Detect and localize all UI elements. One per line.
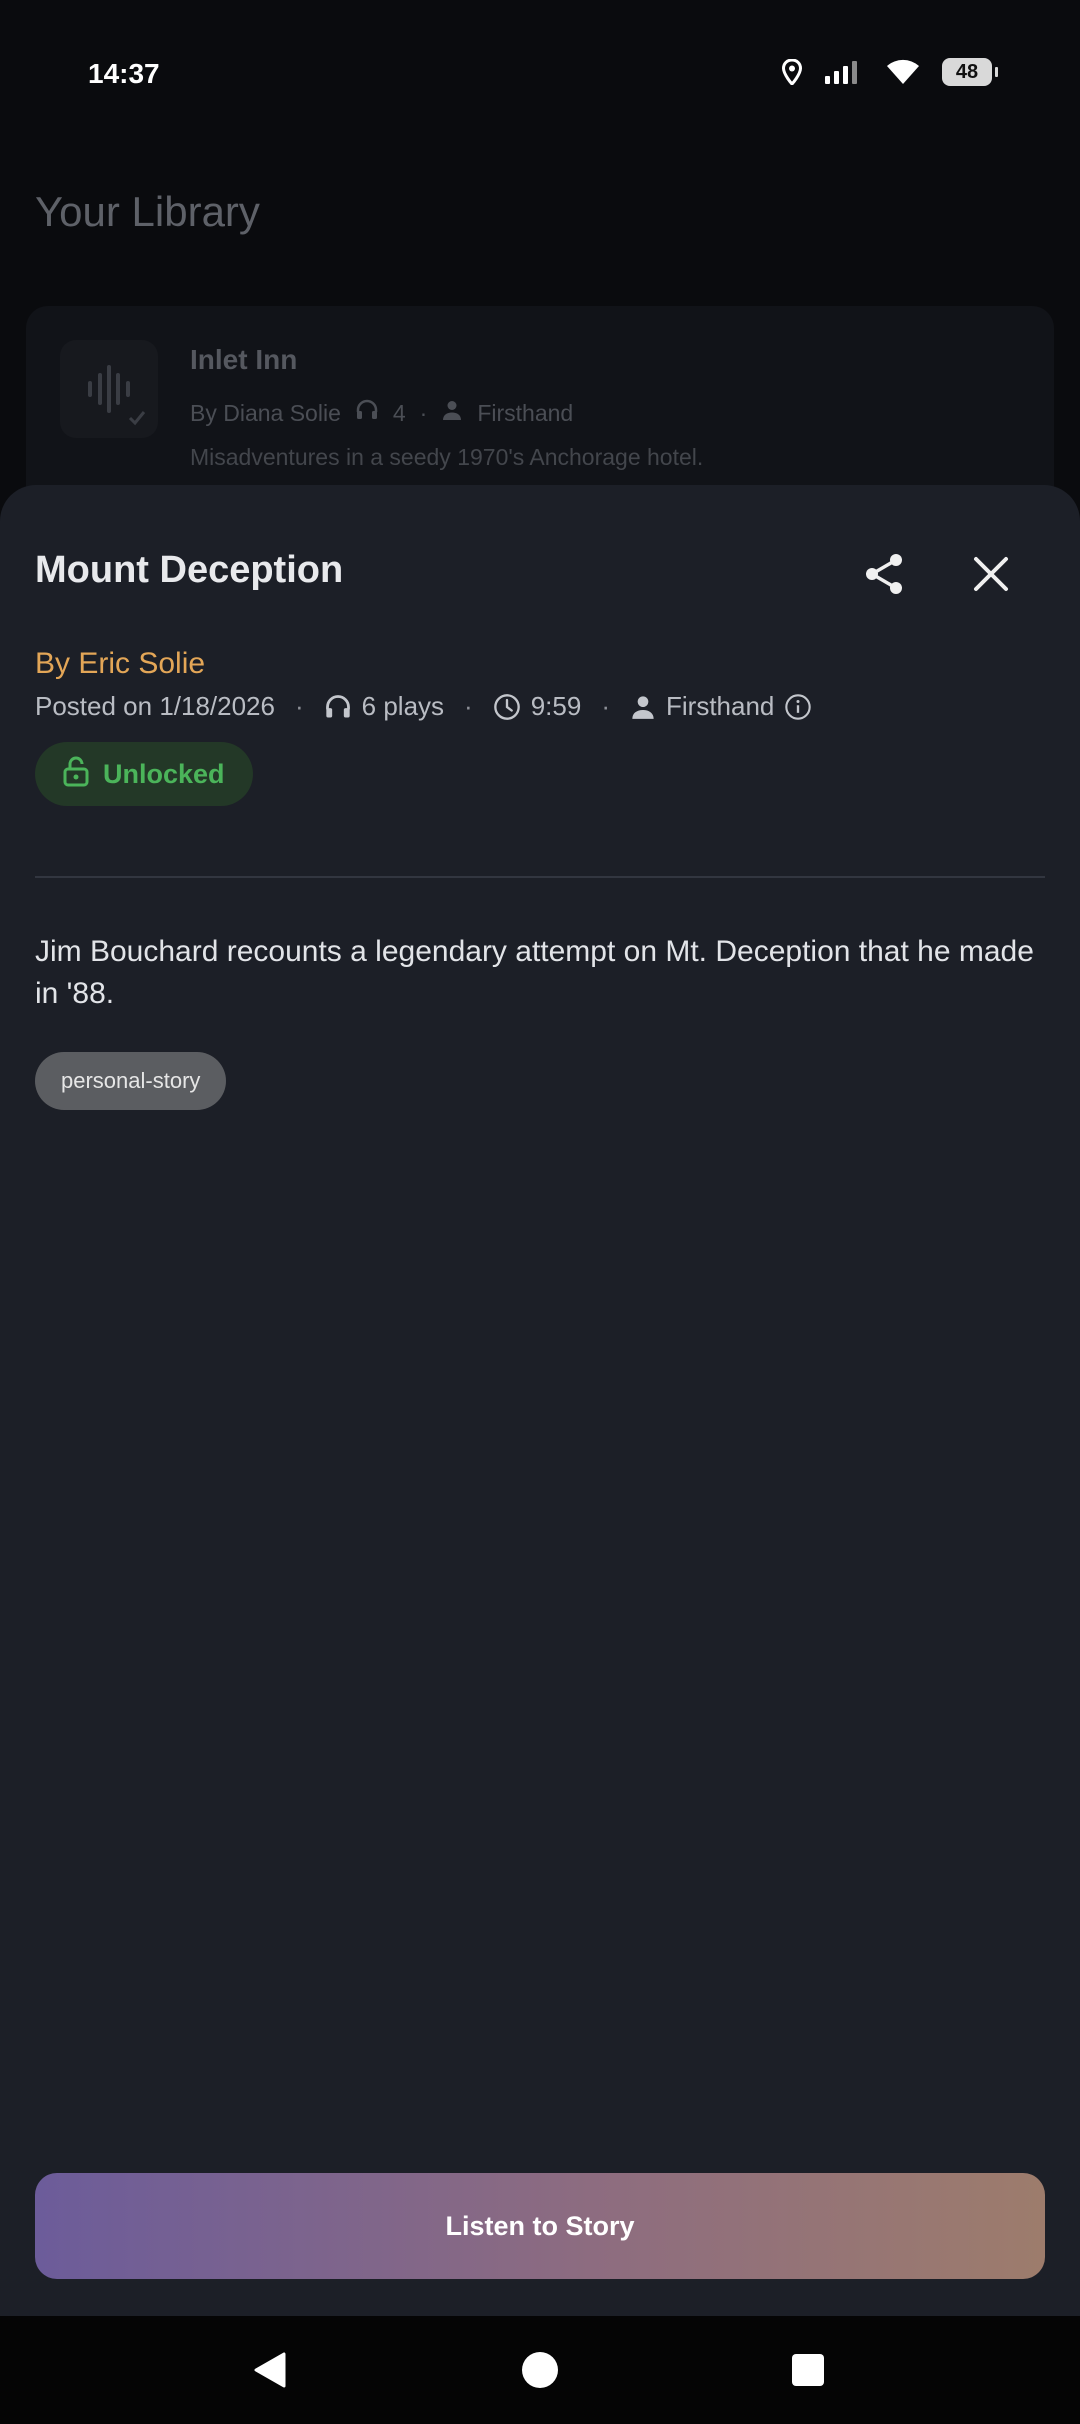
signal-icon [824, 59, 864, 85]
wifi-icon [886, 59, 920, 85]
meta-separator: · [601, 691, 610, 721]
close-button[interactable] [956, 539, 1026, 609]
story-duration: 9:59 [530, 691, 582, 721]
story-type: Firsthand [666, 691, 775, 721]
meta-separator: · [419, 399, 428, 426]
library-card-title: Inlet Inn [190, 344, 298, 375]
status-bar: 14:37 48 [0, 0, 1080, 150]
status-time: 14:37 [88, 58, 160, 89]
headphones-icon [324, 693, 352, 721]
share-button[interactable] [850, 539, 920, 609]
meta-separator: · [294, 691, 304, 721]
person-icon [441, 399, 463, 427]
story-author[interactable]: By Eric Solie [35, 647, 205, 681]
listen-to-story-button[interactable]: Listen to Story [35, 2173, 1045, 2279]
library-card-type: Firsthand [477, 399, 574, 426]
battery-icon: 48 [942, 58, 998, 86]
unlocked-label: Unlocked [103, 758, 225, 789]
play-count: 6 plays [361, 691, 445, 721]
story-description: Jim Bouchard recounts a legendary attemp… [35, 935, 1034, 1010]
library-title: Your Library [35, 188, 260, 235]
headphones-icon [355, 398, 379, 428]
person-icon [630, 694, 656, 720]
home-button[interactable] [500, 2336, 580, 2404]
story-meta: Posted on 1/18/2026 · 6 plays · 9:59 · F… [35, 691, 812, 722]
posted-date: Posted on 1/18/2026 [35, 691, 275, 721]
lock-open-icon [63, 755, 89, 794]
meta-separator: · [464, 691, 473, 721]
library-card-author: By Diana Solie [190, 399, 341, 426]
library-card-description: Misadventures in a seedy 1970's Anchorag… [190, 444, 704, 470]
story-title: Mount Deception [35, 549, 344, 591]
home-icon [522, 2352, 558, 2388]
recents-icon [792, 2354, 824, 2386]
tag-chip[interactable]: personal-story [35, 1052, 227, 1110]
back-icon [254, 2352, 286, 2388]
clock-icon [493, 693, 521, 721]
story-detail-sheet: Mount Deception By Eric Solie Posted on … [0, 485, 1080, 2316]
story-thumbnail [60, 340, 158, 438]
waveform-icon [88, 365, 146, 426]
unlocked-badge: Unlocked [35, 742, 253, 806]
close-icon [974, 557, 1008, 591]
navigation-bar [0, 2316, 1080, 2424]
library-card-plays: 4 [392, 399, 406, 426]
share-icon [866, 554, 902, 594]
divider [35, 876, 1045, 878]
status-icons: 48 [782, 58, 998, 86]
location-icon [782, 59, 802, 85]
recents-button[interactable] [768, 2336, 848, 2404]
info-icon[interactable] [784, 693, 812, 721]
library-card-meta: By Diana Solie 4 · Firsthand [190, 398, 573, 428]
back-button[interactable] [230, 2336, 310, 2404]
